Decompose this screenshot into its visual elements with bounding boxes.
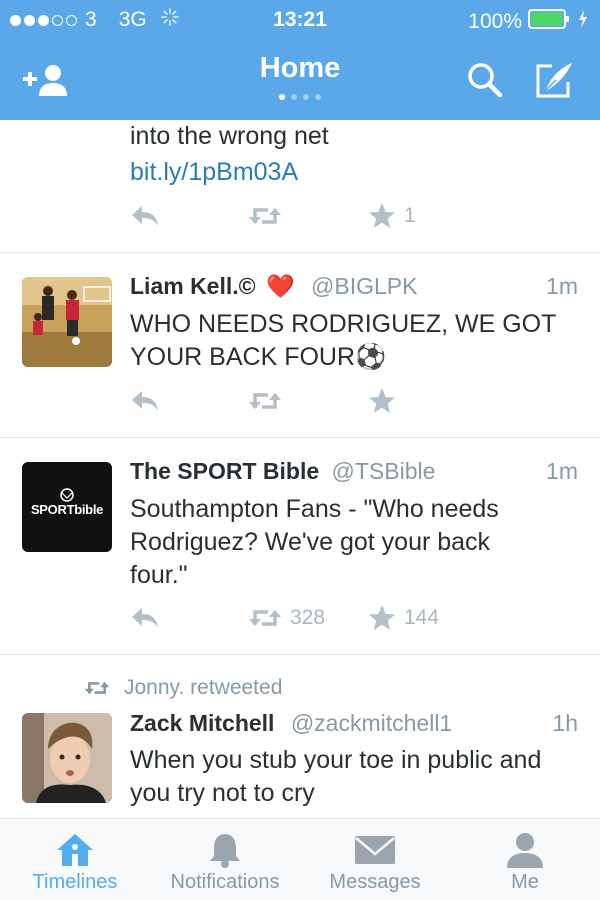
favorite-button[interactable]: 144 — [368, 602, 439, 634]
tweet-timestamp: 1h — [552, 710, 578, 736]
tweet-item[interactable]: Jonny. retweeted Zack Mitchell @zackmitc… — [0, 655, 600, 818]
reply-button[interactable] — [130, 602, 160, 634]
tweet-text: When you stub your toe in public and you… — [130, 746, 542, 807]
charging-bolt-icon — [578, 10, 588, 34]
avatar-brand-text: SPORTbible — [30, 502, 104, 517]
favorite-count: 144 — [404, 606, 440, 629]
reply-icon — [132, 391, 158, 411]
status-bar: 3 3G 13:21 100% — [0, 0, 600, 40]
tweet-text: Southampton Fans - "Who needs Rodriguez?… — [130, 495, 499, 589]
tab-label: Notifications — [170, 871, 280, 893]
avatar[interactable] — [22, 277, 112, 367]
page-title: Home — [259, 52, 341, 84]
compose-icon — [536, 63, 572, 98]
tweet-author-handle[interactable]: @TSBible — [332, 458, 436, 484]
tab-label: Messages — [329, 871, 421, 893]
navigation-bar: Home — [0, 40, 600, 120]
star-icon — [369, 605, 395, 630]
battery-percentage: 100% — [468, 10, 522, 33]
compose-tweet-button[interactable] — [530, 58, 580, 102]
tweet-author-name[interactable]: The SPORT Bible — [130, 458, 319, 484]
star-icon — [369, 203, 395, 228]
retweet-count: 328 — [290, 606, 326, 629]
bell-icon — [210, 834, 240, 868]
timeline[interactable]: into the wrong net bit.ly/1pBm03A 1 Liam… — [0, 120, 600, 818]
bottom-tab-bar: Timelines Notifications Messages Me — [0, 818, 600, 900]
retweet-icon — [84, 681, 110, 695]
tweet-item[interactable]: Liam Kell.© ❤️ @BIGLPK 1m WHO NEEDS RODR… — [0, 253, 600, 438]
tweet-text: into the wrong net — [130, 122, 329, 150]
tab-label: Timelines — [32, 871, 118, 893]
search-button[interactable] — [460, 58, 510, 102]
page-indicator — [0, 94, 600, 100]
favorite-button[interactable]: 1 — [368, 200, 416, 232]
home-icon — [57, 834, 93, 866]
tweet-text: WHO NEEDS RODRIGUEZ, WE GOT YOUR BACK FO… — [130, 310, 556, 371]
soccer-ball-emoji-icon: ⚽ — [355, 343, 387, 371]
reply-button[interactable] — [130, 385, 160, 417]
tab-timelines[interactable]: Timelines — [0, 819, 150, 900]
retweet-icon — [249, 393, 281, 409]
battery-icon — [528, 8, 572, 36]
tab-label: Me — [511, 871, 539, 893]
reply-icon — [132, 608, 158, 628]
heart-emoji-icon: ❤️ — [265, 273, 295, 299]
search-icon — [468, 63, 503, 98]
retweeted-by-label: Jonny. retweeted — [124, 676, 283, 699]
person-icon — [507, 833, 543, 868]
reply-icon — [132, 206, 158, 226]
retweet-button[interactable] — [248, 200, 282, 232]
avatar[interactable]: SPORTbible — [22, 462, 112, 552]
retweet-icon — [249, 208, 281, 224]
tab-notifications[interactable]: Notifications — [150, 819, 300, 900]
tab-me[interactable]: Me — [450, 819, 600, 900]
tweet-item[interactable]: SPORTbible The SPORT Bible @TSBible 1m S… — [0, 438, 600, 655]
tweet-author-name[interactable]: Zack Mitchell — [130, 710, 274, 736]
tweet-author-name[interactable]: Liam Kell.© — [130, 273, 256, 299]
reply-button[interactable] — [130, 200, 160, 232]
tweet-author-handle[interactable]: @BIGLPK — [311, 273, 417, 299]
retweeted-by[interactable]: Jonny. retweeted — [84, 673, 282, 703]
tweet-author-handle[interactable]: @zackmitchell1 — [291, 710, 452, 736]
tweet-timestamp: 1m — [546, 458, 578, 484]
tab-messages[interactable]: Messages — [300, 819, 450, 900]
app-header: 3 3G 13:21 100% Home — [0, 0, 600, 120]
favorite-count: 1 — [404, 204, 416, 227]
avatar[interactable] — [22, 713, 112, 803]
envelope-icon — [355, 836, 395, 864]
retweet-button[interactable] — [248, 385, 282, 417]
tweet-timestamp: 1m — [546, 273, 578, 299]
star-icon — [369, 388, 395, 413]
tweet-item[interactable]: into the wrong net bit.ly/1pBm03A 1 — [0, 120, 600, 253]
favorite-button[interactable] — [368, 385, 396, 417]
retweet-icon — [249, 610, 281, 626]
retweet-button[interactable]: 328 — [248, 602, 325, 634]
tweet-link[interactable]: bit.ly/1pBm03A — [130, 156, 582, 189]
